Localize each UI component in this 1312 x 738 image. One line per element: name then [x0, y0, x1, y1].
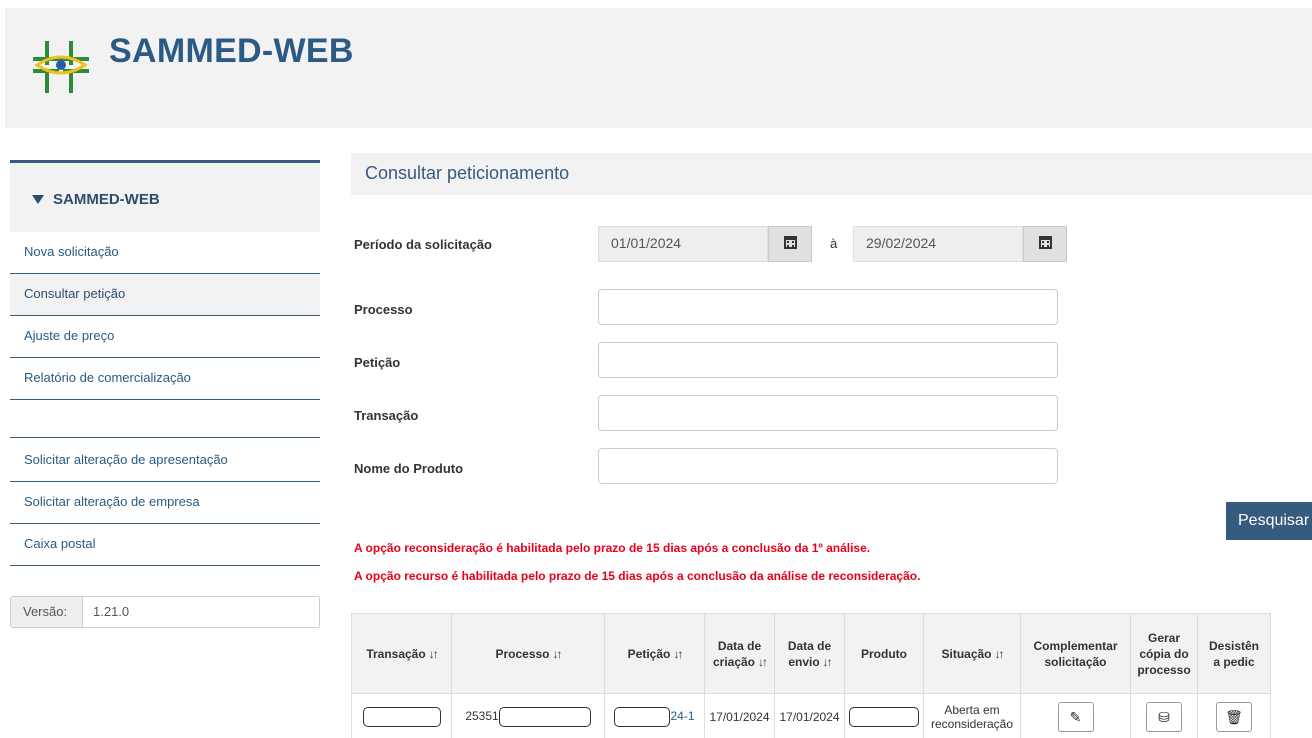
version-label: Versão: [11, 597, 83, 627]
complementar-button[interactable]: ✎ [1057, 701, 1094, 732]
cell-situacao: Aberta em reconsideração [923, 693, 1021, 738]
sort-icon[interactable]: ↓↑ [758, 655, 768, 669]
sidebar-item-caixa-postal[interactable]: Caixa postal [10, 524, 320, 566]
col-data-criacao[interactable]: Data de criação ↓↑ [704, 613, 775, 694]
notice-recurso: A opção recurso é habilitada pelo prazo … [354, 569, 921, 583]
cell-transacao [351, 693, 452, 738]
logo-icon [33, 41, 89, 93]
app-header: SAMMED-WEB [5, 8, 1312, 128]
caret-down-icon [32, 195, 44, 204]
date-to-calendar-button[interactable] [1023, 226, 1067, 262]
nome-produto-label: Nome do Produto [354, 461, 464, 476]
redacted-value [849, 706, 919, 727]
col-situacao[interactable]: Situação ↓↑ [923, 613, 1021, 694]
transacao-label: Transação [354, 408, 419, 423]
col-processo[interactable]: Processo ↓↑ [451, 613, 605, 694]
app-title: SAMMED-WEB [109, 32, 354, 70]
processo-label: Processo [354, 302, 413, 317]
version-box: Versão: 1.21.0 [10, 596, 320, 628]
cell-produto [844, 693, 924, 738]
date-from-input[interactable]: 01/01/2024 [598, 226, 768, 262]
sidebar-item-alteracao-empresa[interactable]: Solicitar alteração de empresa [10, 482, 320, 524]
col-complementar: Complementar solicitação [1020, 613, 1131, 694]
version-value: 1.21.0 [93, 604, 130, 619]
desistencia-button[interactable]: 🗑 [1216, 701, 1252, 732]
cell-desistencia: 🗑 [1197, 693, 1271, 738]
date-separator: à [830, 236, 838, 251]
sort-icon[interactable]: ↓↑ [995, 647, 1005, 661]
cell-processo: 25351 [451, 693, 605, 738]
col-produto: Produto [844, 613, 924, 694]
table-header-row: Transação ↓↑ Processo ↓↑ Petição ↓↑ Data de… [351, 613, 1271, 694]
trash-icon: 🗑 [1225, 708, 1243, 725]
col-peticao[interactable]: Petição ↓↑ [604, 613, 705, 694]
col-transacao[interactable]: Transação ↓↑ [351, 613, 452, 694]
sort-icon[interactable]: ↓↑ [673, 647, 683, 661]
cell-data-criacao: 17/01/2024 [704, 693, 775, 738]
sidebar-item-nova-solicitacao[interactable]: Nova solicitação [10, 232, 320, 274]
sidebar-divider [10, 400, 320, 438]
cell-complementar: ✎ [1020, 693, 1131, 738]
copy-stamp-icon: ⛁ [1158, 708, 1170, 725]
sort-icon[interactable]: ↓↑ [823, 655, 833, 669]
col-data-envio[interactable]: Data de envio ↓↑ [774, 613, 845, 694]
results-table: Transação ↓↑ Processo ↓↑ Petição ↓↑ Data de… [351, 613, 1271, 738]
sidebar-item-ajuste-de-preco[interactable]: Ajuste de preço [10, 316, 320, 358]
sidebar-heading-label: SAMMED-WEB [53, 191, 160, 208]
processo-input[interactable] [598, 289, 1058, 325]
search-button[interactable]: Pesquisar [1226, 502, 1312, 540]
calendar-icon [1039, 236, 1052, 249]
cell-data-envio: 17/01/2024 [774, 693, 845, 738]
gerar-copia-button[interactable]: ⛁ [1146, 701, 1182, 732]
sidebar-item-alteracao-apresentacao[interactable]: Solicitar alteração de apresentação [10, 440, 320, 482]
page-title: Consultar peticionamento [351, 153, 1312, 195]
sidebar-item-relatorio-comercializacao[interactable]: Relatório de comercialização [10, 358, 320, 400]
pencil-icon: ✎ [1069, 708, 1082, 725]
redacted-value [362, 706, 441, 727]
col-desistencia: Desistên a pedic [1197, 613, 1271, 694]
calendar-icon [784, 236, 797, 249]
date-to-input[interactable]: 29/02/2024 [853, 226, 1023, 262]
nome-produto-input[interactable] [598, 448, 1058, 484]
peticao-label: Petição [354, 355, 401, 370]
date-from-calendar-button[interactable] [768, 226, 812, 262]
redacted-value [614, 706, 671, 727]
sidebar-heading[interactable]: SAMMED-WEB [10, 160, 320, 232]
cell-peticao[interactable]: 24-1 [604, 693, 705, 738]
table-row: 25351 24-1 17/01/2024 17/01/2024 Aberta … [351, 693, 1271, 738]
notice-reconsideracao: A opção reconsideração é habilitada pelo… [354, 541, 871, 555]
transacao-input[interactable] [598, 395, 1058, 431]
peticao-input[interactable] [598, 342, 1058, 378]
sort-icon[interactable]: ↓↑ [429, 647, 439, 661]
sort-icon[interactable]: ↓↑ [553, 647, 563, 661]
col-gerar-copia: Gerar cópia do processo [1130, 613, 1198, 694]
sidebar-item-consultar-peticao[interactable]: Consultar petição [10, 274, 320, 316]
period-label: Período da solicitação [354, 237, 492, 252]
cell-gerar-copia: ⛁ [1130, 693, 1198, 738]
peticao-link[interactable]: 24-1 [670, 709, 694, 723]
redacted-value [498, 706, 591, 727]
